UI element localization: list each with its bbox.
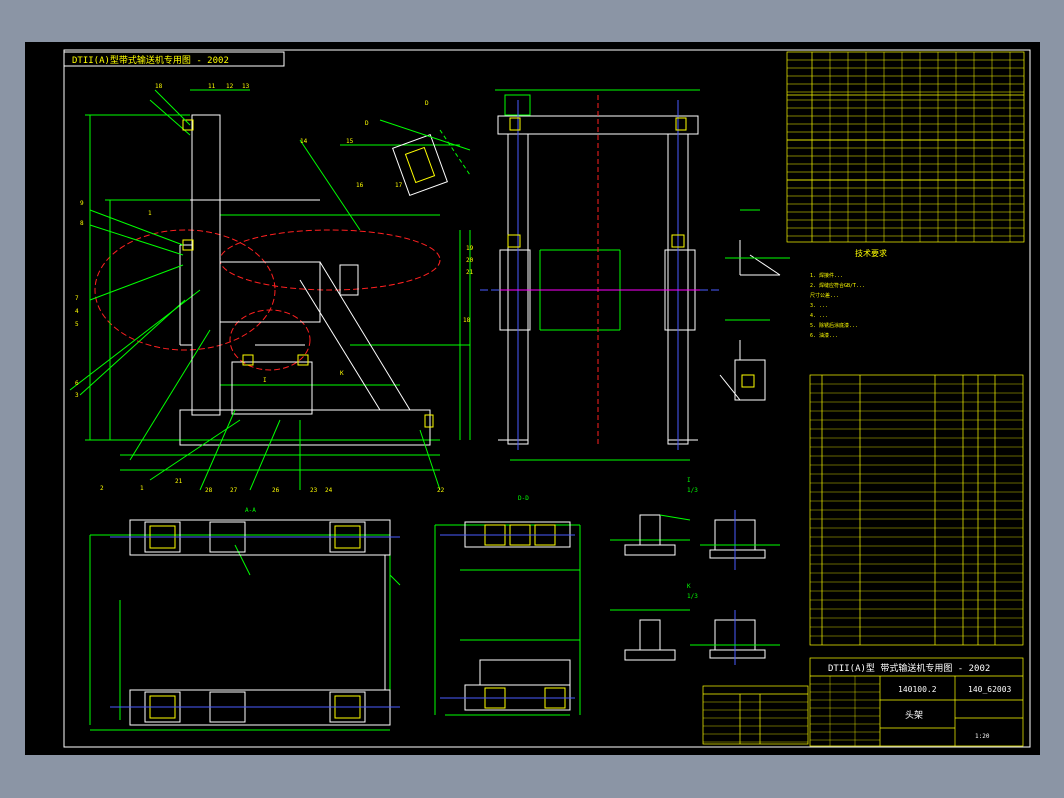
tech-req-line-6: 5. 除锈后涂底漆... (810, 322, 858, 329)
section-dd-label: D-D (518, 495, 529, 502)
svg-text:7: 7 (75, 295, 79, 302)
svg-text:3: 3 (75, 392, 79, 399)
tech-req-line-4: 3. ... (810, 303, 828, 309)
tech-req-line-1: 1. 焊接件... (810, 272, 843, 279)
svg-text:4: 4 (75, 308, 79, 315)
svg-text:16: 16 (356, 182, 364, 189)
svg-text:18: 18 (155, 83, 163, 90)
svg-text:19: 19 (466, 245, 474, 252)
svg-text:K: K (340, 370, 344, 377)
scale-note: 1:20 (975, 733, 990, 740)
svg-text:5: 5 (75, 321, 79, 328)
part-name: 头架 (905, 710, 923, 721)
svg-text:12: 12 (226, 83, 234, 90)
svg-text:11: 11 (208, 83, 216, 90)
svg-text:D: D (365, 120, 369, 127)
svg-text:2: 2 (100, 485, 104, 492)
svg-text:1: 1 (148, 210, 152, 217)
svg-text:18: 18 (463, 317, 471, 324)
detail-k-scale: 1/3 (687, 593, 698, 600)
svg-text:26: 26 (272, 487, 280, 494)
drawing-number: 140100.2 (898, 685, 937, 694)
drawing-code: 140_62003 (968, 685, 1012, 694)
sheet-background (25, 42, 1040, 755)
svg-text:D: D (425, 100, 429, 107)
svg-text:28: 28 (205, 487, 213, 494)
svg-text:17: 17 (395, 182, 403, 189)
detail-k-label: K (687, 583, 691, 590)
svg-text:6: 6 (75, 380, 79, 387)
svg-text:14: 14 (300, 138, 308, 145)
svg-text:21: 21 (466, 269, 474, 276)
svg-text:24: 24 (325, 487, 333, 494)
svg-text:20: 20 (466, 257, 474, 264)
title-block-title: DTII(A)型 带式输送机专用图 - 2002 (828, 662, 990, 674)
svg-text:23: 23 (310, 487, 318, 494)
svg-text:13: 13 (242, 83, 250, 90)
svg-text:27: 27 (230, 487, 238, 494)
detail-i-label: I (687, 477, 691, 484)
section-aa-label: A-A (245, 507, 256, 514)
tech-req-line-7: 6. 油漆... (810, 332, 838, 339)
tech-req-heading: 技术要求 (855, 248, 887, 258)
svg-text:22: 22 (437, 487, 445, 494)
detail-i-scale: 1/3 (687, 487, 698, 494)
svg-text:I: I (263, 377, 267, 384)
svg-text:1: 1 (140, 485, 144, 492)
svg-text:21: 21 (175, 478, 183, 485)
tech-req-line-5: 4. ... (810, 313, 828, 319)
cad-drawing: DTII(A)型带式输送机专用图 - 2002 18 11 12 13 9 8 … (25, 42, 1040, 755)
header-title: DTII(A)型带式输送机专用图 - 2002 (72, 54, 229, 66)
tech-req-line-3: 尺寸公差... (810, 292, 839, 299)
svg-text:9: 9 (80, 200, 84, 207)
svg-text:15: 15 (346, 138, 354, 145)
tech-req-line-2: 2. 焊缝应符合GB/T... (810, 282, 865, 289)
svg-text:8: 8 (80, 220, 84, 227)
